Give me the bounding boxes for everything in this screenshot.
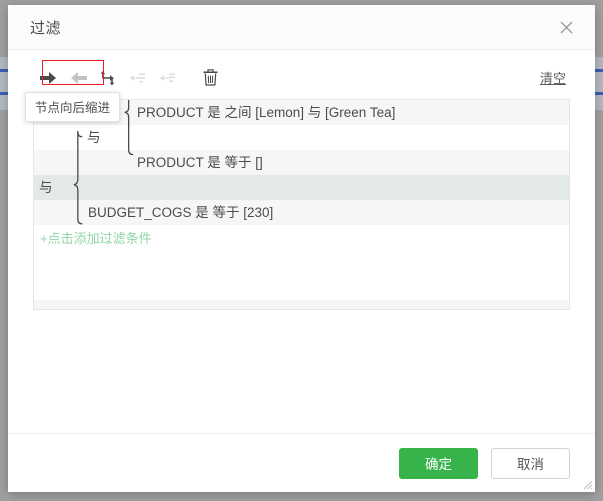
table-row[interactable]: 与 bbox=[34, 175, 569, 200]
close-icon[interactable] bbox=[553, 14, 579, 40]
table-row[interactable]: 与 bbox=[34, 125, 569, 150]
condition-tree-panel[interactable]: PRODUCT 是 之间 [Lemon] 与 [Green Tea] 与 PRO… bbox=[33, 99, 570, 310]
table-row[interactable]: PRODUCT 是 等于 [] bbox=[34, 150, 569, 175]
page-title: 过滤 bbox=[30, 19, 62, 37]
move-up-button bbox=[123, 65, 153, 91]
branch-node-button[interactable] bbox=[93, 65, 123, 91]
confirm-button[interactable]: 确定 bbox=[399, 447, 478, 479]
add-condition-row[interactable]: +点击添加过滤条件 bbox=[34, 225, 569, 250]
table-row[interactable]: BUDGET_COGS 是 等于 [230] bbox=[34, 200, 569, 225]
outdent-node-button[interactable] bbox=[63, 65, 93, 91]
filter-dialog: 过滤 清空 PRODUCT 是 之间 [Lemon] 与 [Green Tea]… bbox=[8, 5, 595, 492]
condition-expression: BUDGET_COGS 是 等于 [230] bbox=[88, 204, 274, 220]
dialog-header: 过滤 bbox=[8, 5, 595, 50]
move-down-button bbox=[153, 65, 183, 91]
dialog-footer: 确定 取消 bbox=[8, 433, 595, 492]
bg-strip bbox=[595, 95, 603, 110]
delete-node-button[interactable] bbox=[195, 65, 225, 91]
add-condition-link[interactable]: +点击添加过滤条件 bbox=[34, 228, 152, 247]
logic-operator: 与 bbox=[87, 129, 101, 145]
toolbar-button-group bbox=[33, 65, 225, 91]
clear-all-link[interactable]: 清空 bbox=[540, 68, 570, 87]
bg-strip bbox=[595, 72, 603, 92]
condition-expression: PRODUCT 是 等于 [] bbox=[137, 154, 263, 170]
condition-expression: PRODUCT 是 之间 [Lemon] 与 [Green Tea] bbox=[137, 104, 396, 120]
empty-row bbox=[34, 275, 569, 300]
empty-row bbox=[34, 300, 569, 309]
indent-node-button[interactable] bbox=[33, 65, 63, 91]
logic-operator: 与 bbox=[39, 179, 53, 195]
indent-tooltip: 节点向后缩进 bbox=[25, 92, 121, 122]
resize-handle[interactable] bbox=[580, 477, 593, 490]
cancel-button[interactable]: 取消 bbox=[491, 447, 570, 479]
bg-strip bbox=[595, 57, 603, 69]
empty-row bbox=[34, 250, 569, 275]
